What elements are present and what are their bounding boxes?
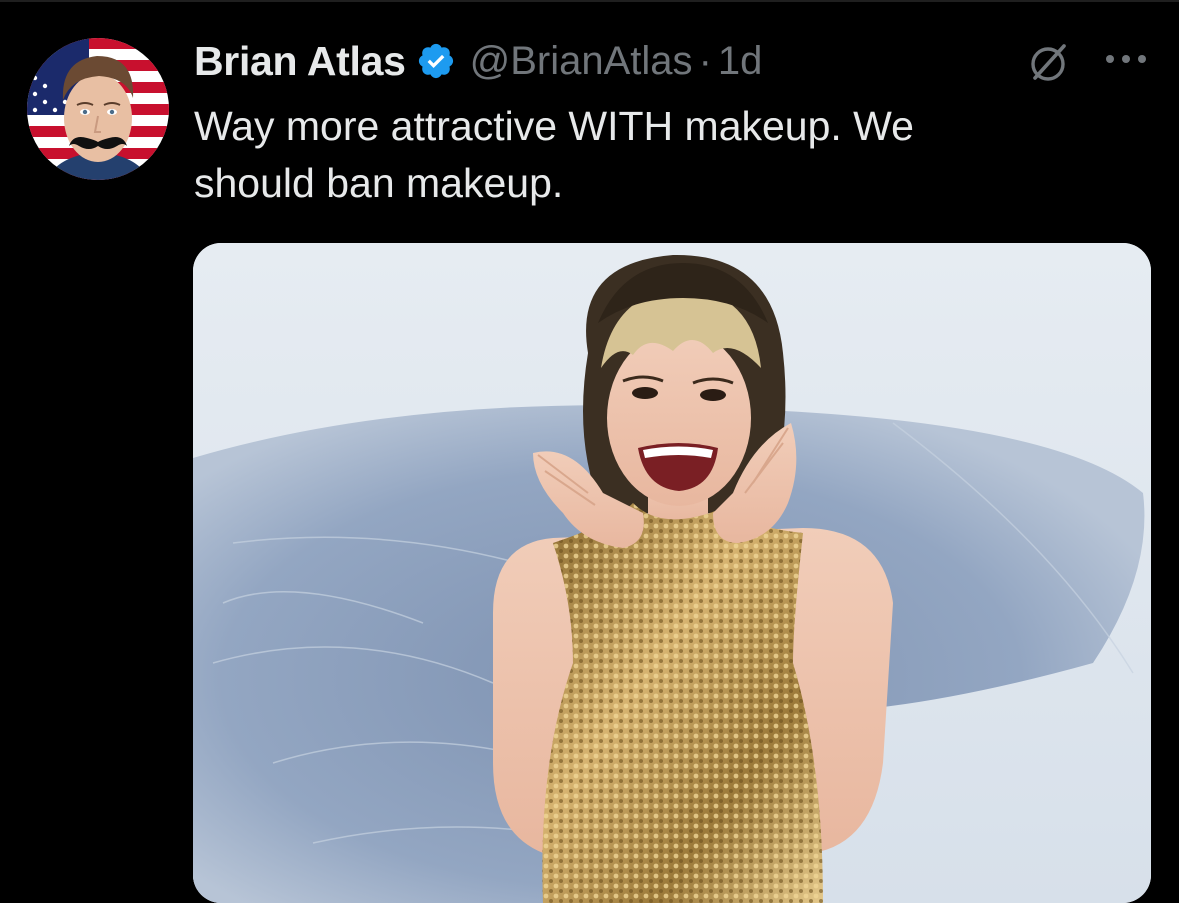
author-avatar[interactable] <box>27 38 169 180</box>
avatar-image <box>27 38 169 180</box>
tweet[interactable]: Brian Atlas @BrianAtlas · 1d Way more at… <box>0 0 1179 903</box>
author-handle[interactable]: @BrianAtlas <box>470 39 693 84</box>
verified-badge-icon[interactable] <box>416 41 456 81</box>
photo-figure-skater <box>193 243 1151 903</box>
separator-dot: · <box>698 38 712 83</box>
tweet-header: Brian Atlas @BrianAtlas · 1d <box>194 36 762 86</box>
tweet-media-photo[interactable] <box>193 243 1151 903</box>
author-display-name[interactable]: Brian Atlas <box>194 38 406 85</box>
tweet-text: Way more attractive WITH makeup. We shou… <box>194 103 914 206</box>
grok-icon[interactable] <box>1026 40 1072 86</box>
tweet-timestamp[interactable]: 1d <box>718 39 763 84</box>
more-options-icon[interactable] <box>1104 48 1148 70</box>
